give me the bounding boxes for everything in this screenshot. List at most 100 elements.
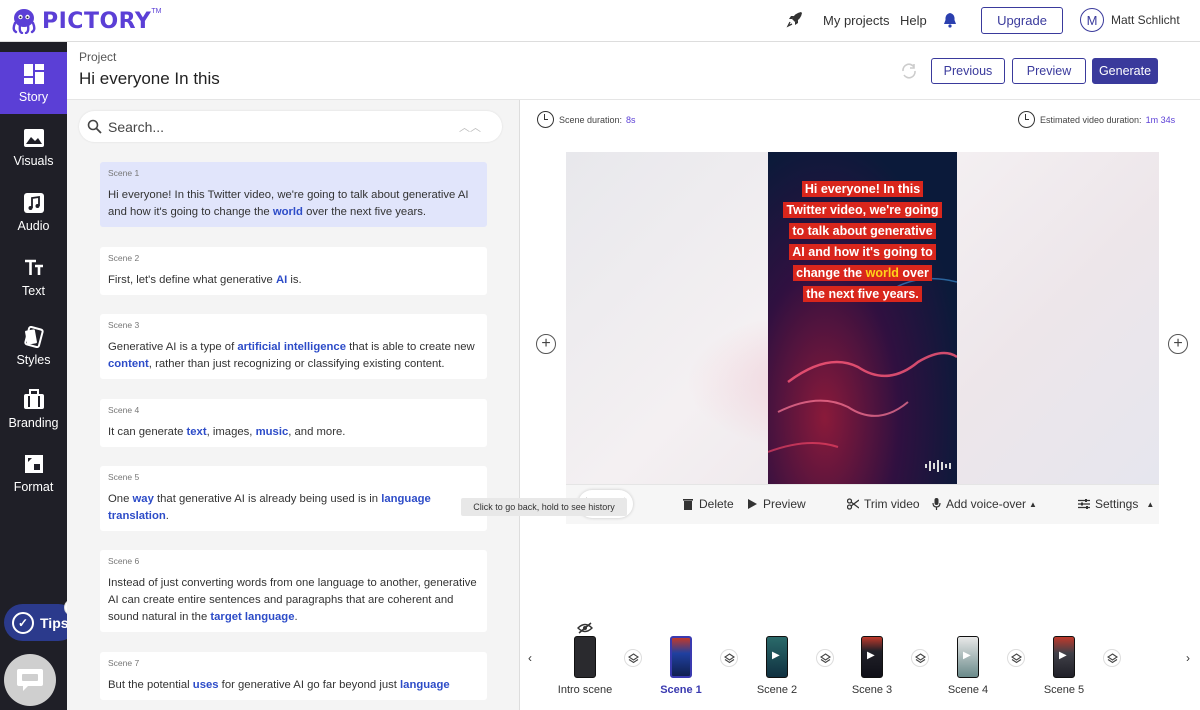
layers-icon (1010, 652, 1022, 663)
scene-card[interactable]: Scene 2 First, let's define what generati… (100, 247, 487, 295)
keyword[interactable]: AI (276, 274, 287, 286)
settings-button[interactable]: Settings ▲ (1078, 497, 1154, 511)
add-voice-over-button[interactable]: Add voice-over ▲ (932, 497, 1037, 511)
scene-card[interactable]: Scene 7 But the potential uses for genera… (100, 652, 487, 700)
scene-text-segment: Generative AI is a type of (108, 341, 238, 353)
keyword[interactable]: uses (193, 679, 219, 691)
scene-thumbnail[interactable]: ▶ (1053, 636, 1075, 678)
layers-button[interactable] (720, 649, 738, 667)
project-header: Project Hi everyone In this Previous Pre… (67, 42, 1200, 100)
username[interactable]: Matt Schlicht (1111, 13, 1180, 27)
scene-text[interactable]: Instead of just converting words from on… (108, 575, 479, 626)
video-caption[interactable]: Hi everyone! In this Twitter video, we're… (774, 179, 951, 305)
delete-label: Delete (699, 497, 734, 511)
scene-text-segment: over the next five years. (302, 206, 427, 218)
scene-duration-value[interactable]: 8s (626, 115, 636, 125)
scene-thumbnail[interactable]: ▶ (861, 636, 883, 678)
sidebar-item-branding[interactable]: Branding (0, 378, 67, 440)
chevron-right-icon[interactable]: › (1186, 651, 1190, 665)
sidebar-item-format[interactable]: Format (0, 442, 67, 504)
sidebar-item-visuals[interactable]: Visuals (0, 116, 67, 178)
scene-card[interactable]: Scene 4 It can generate text, images, mus… (100, 399, 487, 447)
layers-button[interactable] (1103, 649, 1121, 667)
estimated-duration: Estimated video duration: 1m 34s (1018, 111, 1175, 128)
scene-text-segment: , and more. (288, 426, 346, 438)
scene-text[interactable]: One way that generative AI is already be… (108, 491, 479, 525)
keyword[interactable]: music (256, 426, 289, 438)
scene-card[interactable]: Scene 6 Instead of just converting words … (100, 550, 487, 632)
previous-button[interactable]: Previous (931, 58, 1005, 84)
sidebar-item-styles[interactable]: Styles (0, 315, 67, 377)
scene-thumbnail[interactable]: ▶ (766, 636, 788, 678)
caption-line: change the world over (793, 265, 932, 281)
upgrade-button[interactable]: Upgrade (981, 7, 1063, 34)
rocket-icon[interactable] (786, 10, 804, 28)
scene-thumbnail-label[interactable]: Scene 4 (933, 684, 1003, 696)
layers-button[interactable] (816, 649, 834, 667)
keyword[interactable]: content (108, 358, 149, 370)
sidebar-item-label: Format (13, 479, 54, 494)
estimated-duration-label: Estimated video duration: (1040, 114, 1142, 125)
sidebar-item-label: Styles (16, 352, 51, 367)
keyword[interactable]: artificial intelligence (237, 341, 346, 353)
scene-text-segment: is. (287, 274, 302, 286)
avatar[interactable]: M (1080, 8, 1104, 32)
scene-text[interactable]: But the potential uses for generative AI… (108, 677, 479, 694)
scene-text-segment: , images, (206, 426, 256, 438)
scene-number: Scene 6 (108, 556, 140, 566)
layers-button[interactable] (911, 649, 929, 667)
layers-button[interactable] (624, 649, 642, 667)
scene-thumbnail-label[interactable]: Intro scene (550, 684, 620, 696)
keyword[interactable]: way (133, 493, 154, 505)
keyword[interactable]: world (273, 206, 303, 218)
scene-text[interactable]: Hi everyone! In this Twitter video, we'r… (108, 187, 479, 221)
sidebar-item-text[interactable]: Text (0, 246, 67, 308)
chevron-left-icon[interactable]: ‹ (528, 651, 532, 665)
scene-card[interactable]: Scene 5 One way that generative AI is alr… (100, 466, 487, 531)
delete-button[interactable]: Delete (682, 497, 734, 511)
caption-highlight: world (865, 266, 899, 280)
scene-thumbnail[interactable]: ▶ (957, 636, 979, 678)
scene-thumbnail-label[interactable]: Scene 5 (1029, 684, 1099, 696)
scene-thumbnail[interactable] (670, 636, 692, 678)
search-bar[interactable]: ︿︿ (79, 111, 502, 142)
eye-off-icon[interactable] (577, 622, 593, 634)
keyword[interactable]: text (187, 426, 207, 438)
scene-thumbnail-label[interactable]: Scene 3 (837, 684, 907, 696)
scene-thumbnail[interactable] (574, 636, 596, 678)
scene-text[interactable]: Generative AI is a type of artificial in… (108, 339, 479, 373)
project-label: Project (79, 50, 117, 64)
search-input[interactable] (108, 118, 438, 135)
preview-button[interactable]: Preview (1012, 58, 1086, 84)
keyword[interactable]: target language (210, 611, 294, 623)
pictory-logo[interactable]: PICTORY TM (10, 6, 161, 36)
chat-button[interactable] (4, 654, 56, 706)
trash-icon (683, 499, 693, 510)
layers-button[interactable] (1007, 649, 1025, 667)
my-projects-link[interactable]: My projects (823, 13, 889, 28)
sidebar-item-story[interactable]: Story (0, 52, 67, 114)
scene-text[interactable]: It can generate text, images, music, and… (108, 424, 479, 441)
add-scene-after-button[interactable]: + (1168, 334, 1188, 354)
bell-icon[interactable] (942, 12, 958, 28)
scene-card[interactable]: Scene 3 Generative AI is a type of artifi… (100, 314, 487, 379)
scene-text[interactable]: First, let's define what generative AI i… (108, 272, 479, 289)
sidebar-item-audio[interactable]: Audio (0, 181, 67, 243)
generate-button[interactable]: Generate (1092, 58, 1158, 84)
scene-thumbnail-label[interactable]: Scene 1 (646, 684, 716, 696)
chat-icon (17, 669, 43, 691)
keyword[interactable]: language (400, 679, 450, 691)
help-link[interactable]: Help (900, 13, 927, 28)
add-scene-before-button[interactable]: + (536, 334, 556, 354)
scene-text-segment: It can generate (108, 426, 187, 438)
search-icon (87, 119, 102, 134)
caption-line: to talk about generative (789, 223, 936, 239)
scene-thumbnail-label[interactable]: Scene 2 (742, 684, 812, 696)
project-title[interactable]: Hi everyone In this (79, 69, 220, 89)
scene-preview-button[interactable]: Preview (746, 497, 806, 511)
trim-video-button[interactable]: Trim video (847, 497, 920, 511)
video-frame[interactable]: Hi everyone! In this Twitter video, we're… (768, 152, 957, 484)
scene-text-segment: , rather than just recognizing or classi… (148, 358, 445, 370)
scene-card[interactable]: Scene 1 Hi everyone! In this Twitter vide… (100, 162, 487, 227)
chevron-up-icon[interactable]: ︿︿ (459, 119, 481, 135)
